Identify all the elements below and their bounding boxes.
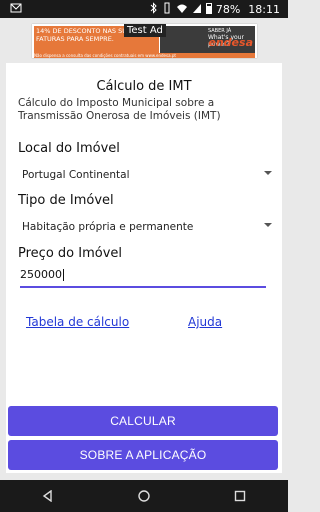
battery-icon <box>205 2 212 17</box>
status-bar: 78% 18:11 <box>0 0 288 18</box>
battery-level: 78% <box>215 3 241 16</box>
signal-icon <box>192 2 202 17</box>
preco-input[interactable]: 250000 <box>20 268 266 288</box>
page-subtitle: Cálculo do Imposto Municipal sobre a Tra… <box>18 97 221 122</box>
clock: 18:11 <box>248 3 280 16</box>
recents-icon[interactable] <box>234 490 246 502</box>
navigation-bar <box>0 480 288 512</box>
text-caret <box>63 269 64 281</box>
page-title: Cálculo de IMT <box>96 79 192 94</box>
ad-banner[interactable]: 14% DE DESCONTO NAS SUAS FATURAS PARA SE… <box>32 24 257 58</box>
ad-brand: endesa <box>208 36 253 49</box>
ad-disclaimer: Não dispensa a consulta das condições co… <box>34 53 255 58</box>
local-label: Local do Imóvel <box>18 141 120 156</box>
test-ad-label: Test Ad <box>124 24 166 37</box>
sobre-button[interactable]: SOBRE A APLICAÇÃO <box>8 440 278 470</box>
tipo-select-value: Habitação própria e permanente <box>22 221 194 233</box>
home-icon[interactable] <box>138 490 150 502</box>
local-select[interactable]: Portugal Continental <box>22 169 272 187</box>
preco-value: 250000 <box>20 268 62 281</box>
tipo-select[interactable]: Habitação própria e permanente <box>22 221 272 239</box>
preco-label: Preço do Imóvel <box>18 246 122 261</box>
bluetooth-icon <box>150 2 158 17</box>
local-select-value: Portugal Continental <box>22 169 130 181</box>
ajuda-link[interactable]: Ajuda <box>188 315 222 329</box>
calcular-button[interactable]: CALCULAR <box>8 406 278 436</box>
wifi-icon <box>176 2 188 17</box>
dropdown-arrow-icon <box>264 171 272 175</box>
tipo-label: Tipo de Imóvel <box>18 193 114 208</box>
back-icon[interactable] <box>42 490 54 502</box>
tabela-link[interactable]: Tabela de cálculo <box>26 315 129 329</box>
dropdown-arrow-icon <box>264 223 272 227</box>
app-notification-icon <box>10 2 22 17</box>
vibrate-icon <box>162 2 172 17</box>
